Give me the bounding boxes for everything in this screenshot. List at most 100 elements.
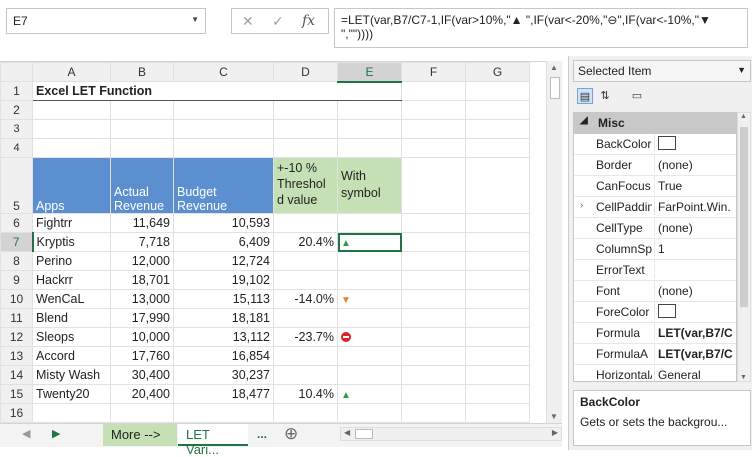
cell-b[interactable]: 10,000 [110,327,174,347]
cell-b[interactable] [110,403,174,423]
row-header[interactable]: 4 [0,138,33,158]
cell-b[interactable]: 17,760 [110,346,174,366]
cell-c[interactable]: 19,102 [173,270,274,290]
row-header[interactable]: 6 [0,213,33,233]
cell-b[interactable]: 12,000 [110,251,174,271]
category-misc[interactable]: ◢ Misc [574,113,736,134]
column-header-e[interactable]: E [337,62,402,83]
cell-a[interactable]: Hackrr [32,270,111,290]
property-row[interactable]: Formula LET(var,B7/C [574,323,736,344]
cell-g[interactable] [465,270,530,290]
name-box[interactable]: E7 ▼ [6,8,206,34]
cell-d[interactable] [273,251,338,271]
row-header[interactable]: 14 [0,365,33,385]
alphabetical-icon[interactable]: ⇅ [597,88,613,104]
cell[interactable] [273,138,338,158]
more-tabs-button[interactable]: ... [257,427,267,441]
cell-f[interactable] [401,384,466,404]
property-pages-icon[interactable]: ▭ [629,88,645,104]
row-header[interactable]: 16 [0,403,33,423]
cell-title[interactable]: Excel LET Function [32,81,402,101]
cell[interactable] [110,138,174,158]
scroll-right-icon[interactable]: ▶ [552,428,558,437]
property-row[interactable]: Border (none) [574,155,736,176]
cell[interactable] [110,119,174,139]
header-apps[interactable]: Apps [32,157,111,214]
row-header[interactable]: 3 [0,119,33,139]
chevron-down-icon[interactable]: ▼ [191,15,199,24]
cell-d[interactable] [273,270,338,290]
formula-bar[interactable]: =LET(var,B7/C7-1,IF(var>10%,"▲ ",IF(var<… [334,8,748,48]
cell-g[interactable] [465,308,530,328]
cell-e[interactable] [337,251,402,271]
scroll-down-icon[interactable]: ▼ [740,374,747,381]
cell[interactable] [337,119,402,139]
expand-icon[interactable]: › [580,200,583,211]
cell-d[interactable]: 10.4% [273,384,338,404]
cell-e[interactable]: ▲ [337,384,402,404]
color-swatch[interactable] [658,304,676,318]
cell-f[interactable] [401,308,466,328]
cell-b[interactable]: 11,649 [110,213,174,233]
cell-a[interactable]: Fightrr [32,213,111,233]
cell[interactable] [401,81,466,101]
property-row[interactable]: › CellPaddingFarPoint.Win. [574,197,736,218]
property-scrollbar[interactable]: ▲ ▼ [737,112,751,382]
cell-e[interactable] [337,327,402,347]
cell-e[interactable]: ▼ [337,289,402,309]
cell-g[interactable] [465,251,530,271]
cell-f[interactable] [401,403,466,423]
cell-a[interactable]: Kryptis [32,232,111,252]
scroll-thumb[interactable] [355,429,373,439]
row-header[interactable]: 9 [0,270,33,290]
cell[interactable] [273,119,338,139]
property-row[interactable]: ColumnSpan1 [574,239,736,260]
collapse-icon[interactable]: ◢ [580,115,588,126]
scroll-tabs-right-icon[interactable]: ▶ [52,427,60,440]
cell-g[interactable] [465,232,530,252]
row-header[interactable]: 11 [0,308,33,328]
cell-b[interactable]: 13,000 [110,289,174,309]
cell-a[interactable]: Perino [32,251,111,271]
property-row[interactable]: HorizontalAlignmentGeneral [574,365,736,381]
scroll-up-icon[interactable]: ▲ [550,63,558,72]
cell-g[interactable] [465,213,530,233]
property-value[interactable] [654,134,736,152]
cell-c[interactable]: 6,409 [173,232,274,252]
cell-e[interactable] [337,270,402,290]
cell-a[interactable]: Twenty20 [32,384,111,404]
row-header[interactable]: 1 [0,81,33,101]
cell-c[interactable]: 15,113 [173,289,274,309]
cell-e[interactable]: ▲ [337,232,402,252]
horizontal-scrollbar[interactable]: ◀ ▶ [340,427,562,441]
cell-f[interactable] [401,346,466,366]
cell-e[interactable] [337,403,402,423]
cell-g[interactable] [465,289,530,309]
cell-b[interactable]: 20,400 [110,384,174,404]
property-value[interactable]: LET(var,B7/C [654,323,736,341]
cell-c[interactable]: 18,181 [173,308,274,328]
cell-g[interactable] [465,384,530,404]
column-header-f[interactable]: F [401,62,466,82]
column-header-g[interactable]: G [465,62,530,82]
property-value[interactable] [654,302,736,320]
header-actual-revenue[interactable]: Actual Revenue [110,157,174,214]
cell-g[interactable] [465,327,530,347]
select-all-corner[interactable] [0,62,33,82]
cell-a[interactable]: Misty Wash [32,365,111,385]
property-value[interactable]: (none) [654,281,736,299]
cell[interactable] [173,138,274,158]
row-header[interactable]: 7 [0,232,34,252]
color-swatch[interactable] [658,136,676,150]
cell-d[interactable] [273,403,338,423]
column-header-b[interactable]: B [110,62,174,82]
column-header-a[interactable]: A [32,62,111,82]
cell-c[interactable]: 16,854 [173,346,274,366]
cell-f[interactable] [401,213,466,233]
cell-f[interactable] [401,232,466,252]
cell[interactable] [465,81,530,101]
property-value[interactable] [654,260,736,278]
property-row[interactable]: Font (none) [574,281,736,302]
cell-a[interactable]: Sleops [32,327,111,347]
cell-c[interactable]: 12,724 [173,251,274,271]
